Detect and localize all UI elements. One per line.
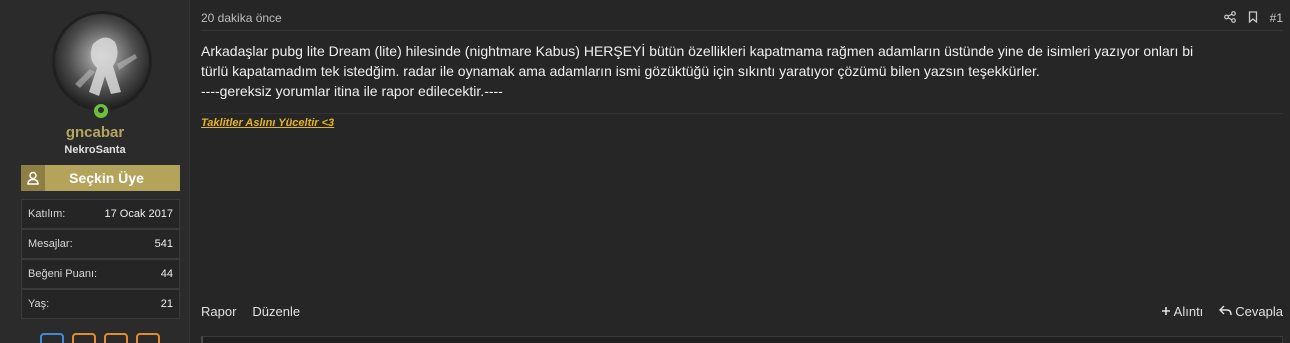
plus-icon xyxy=(1161,304,1171,319)
username[interactable]: gncabar xyxy=(0,124,190,141)
stat-joined: Katılım: 17 Ocak 2017 xyxy=(21,199,180,229)
stat-label: Beğeni Puanı: xyxy=(28,268,98,280)
post-time[interactable]: 20 dakika önce xyxy=(201,11,282,25)
user-title: NekroSanta xyxy=(64,144,126,156)
banner-label: Seçkin Üye xyxy=(69,170,144,186)
stat-age: Yaş: 21 xyxy=(21,289,180,319)
stat-value: 21 xyxy=(160,298,173,310)
stat-likes: Beğeni Puanı: 44 xyxy=(21,259,180,289)
post-body: Arkadaşlar pubg lite Dream (lite) hilesi… xyxy=(201,41,1281,101)
post-body-line: Arkadaşlar pubg lite Dream (lite) hilesi… xyxy=(201,43,1194,59)
user-sidebar: gncabar NekroSanta Seçkin Üye Katılım: 1… xyxy=(0,0,190,343)
trophy-icon[interactable] xyxy=(72,333,96,343)
footer-right: Alıntı Cevapla xyxy=(1161,304,1283,319)
post-header: 20 dakika önce #1 xyxy=(201,10,1283,26)
stat-messages: Mesajlar: 541 xyxy=(21,229,180,259)
avatar-container xyxy=(52,11,152,120)
stat-value: 44 xyxy=(160,268,173,280)
user-icon xyxy=(21,165,45,191)
reply-button[interactable]: Cevapla xyxy=(1219,304,1283,319)
quote-label: Alıntı xyxy=(1173,304,1204,319)
trophy-icon[interactable] xyxy=(136,333,160,343)
post-number[interactable]: #1 xyxy=(1270,11,1283,25)
post-main: 20 dakika önce #1 Arkadaşlar pubg lite D… xyxy=(191,0,1290,343)
divider xyxy=(201,30,1283,31)
stat-value: 17 Ocak 2017 xyxy=(104,208,174,220)
user-stats: Katılım: 17 Ocak 2017 Mesajlar: 541 Beğe… xyxy=(21,199,180,319)
stat-label: Katılım: xyxy=(28,208,66,220)
online-status-icon xyxy=(92,102,110,120)
bookmark-icon[interactable] xyxy=(1248,10,1258,26)
stat-label: Mesajlar: xyxy=(28,238,73,250)
post-body-line: ----gereksiz yorumlar itina ile rapor ed… xyxy=(201,83,503,99)
post-footer: Rapor Düzenle Alıntı Cevapla xyxy=(201,304,1283,319)
reply-icon xyxy=(1219,304,1232,319)
signature-link[interactable]: Taklitler Aslını Yüceltir <3 xyxy=(201,117,334,129)
trophy-icon[interactable] xyxy=(40,333,64,343)
report-button[interactable]: Rapor xyxy=(201,304,236,319)
next-post-box xyxy=(201,336,1283,343)
trophy-icon[interactable] xyxy=(104,333,128,343)
reply-label: Cevapla xyxy=(1235,304,1283,319)
stat-value[interactable]: 541 xyxy=(155,238,173,250)
signature-divider xyxy=(201,113,1283,114)
footer-left: Rapor Düzenle xyxy=(201,304,300,319)
user-trophies xyxy=(40,333,160,343)
quote-button[interactable]: Alıntı xyxy=(1161,304,1204,319)
avatar-image-icon xyxy=(75,37,137,96)
avatar[interactable] xyxy=(52,11,152,111)
edit-button[interactable]: Düzenle xyxy=(252,304,300,319)
post-actions: #1 xyxy=(1223,10,1283,26)
post-body-line: türlü kapatamadım tek istedğim. radar il… xyxy=(201,63,1040,79)
user-banner: Seçkin Üye xyxy=(21,165,180,191)
share-icon[interactable] xyxy=(1223,10,1236,26)
stat-label: Yaş: xyxy=(28,298,50,310)
